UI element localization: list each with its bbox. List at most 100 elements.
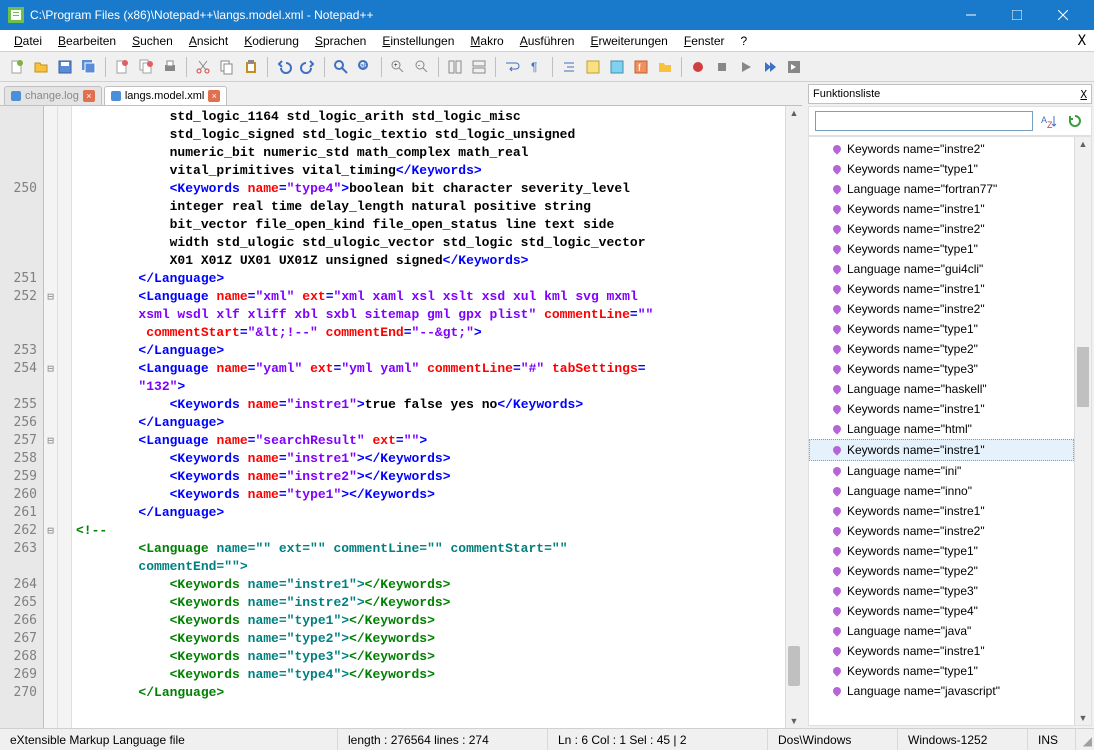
tree-item[interactable]: Keywords name="instre1" (809, 439, 1074, 461)
function-tree[interactable]: Keywords name="instre2"Keywords name="ty… (809, 137, 1074, 725)
tree-item[interactable]: Language name="inno" (809, 481, 1074, 501)
tree-item[interactable]: Language name="haskell" (809, 379, 1074, 399)
tree-item[interactable]: Keywords name="instre2" (809, 299, 1074, 319)
sync-vscroll-button[interactable] (444, 56, 466, 78)
vertical-scrollbar[interactable]: ▲ ▼ (785, 106, 802, 728)
tree-item[interactable]: Language name="fortran77" (809, 179, 1074, 199)
menu-fenster[interactable]: Fenster (676, 32, 733, 50)
scroll-thumb[interactable] (1077, 347, 1089, 407)
tree-item[interactable]: Keywords name="type1" (809, 541, 1074, 561)
tree-item[interactable]: Keywords name="instre1" (809, 199, 1074, 219)
scroll-down-icon[interactable]: ▼ (1075, 711, 1091, 725)
menu-?[interactable]: ? (733, 32, 756, 50)
minimize-button[interactable] (948, 0, 994, 30)
tree-item[interactable]: Keywords name="instre1" (809, 399, 1074, 419)
tree-item[interactable]: Keywords name="instre1" (809, 279, 1074, 299)
tree-item[interactable]: Keywords name="instre1" (809, 641, 1074, 661)
scroll-up-icon[interactable]: ▲ (786, 106, 802, 120)
tree-item[interactable]: Keywords name="type3" (809, 581, 1074, 601)
code-editor[interactable]: std_logic_1164 std_logic_arith std_logic… (72, 106, 785, 728)
tree-item[interactable]: Language name="javascript" (809, 681, 1074, 701)
tree-item[interactable]: Keywords name="type3" (809, 359, 1074, 379)
tab-label: langs.model.xml (125, 90, 204, 102)
resize-grip[interactable]: ◢ (1076, 729, 1094, 750)
save-macro-button[interactable] (783, 56, 805, 78)
tree-item[interactable]: Keywords name="type1" (809, 239, 1074, 259)
tree-item[interactable]: Keywords name="instre1" (809, 501, 1074, 521)
scroll-down-icon[interactable]: ▼ (786, 714, 802, 728)
indent-guide-button[interactable] (558, 56, 580, 78)
doc-map-button[interactable] (606, 56, 628, 78)
menu-bearbeiten[interactable]: Bearbeiten (50, 32, 124, 50)
zoom-in-button[interactable]: + (387, 56, 409, 78)
copy-button[interactable] (216, 56, 238, 78)
panel-title: Funktionsliste X (808, 84, 1092, 104)
tree-item[interactable]: Keywords name="type2" (809, 561, 1074, 581)
menu-kodierung[interactable]: Kodierung (236, 32, 307, 50)
replace-button[interactable]: ab (354, 56, 376, 78)
close-icon[interactable]: × (83, 90, 95, 102)
zoom-out-button[interactable]: - (411, 56, 433, 78)
save-button[interactable] (54, 56, 76, 78)
menu-ausführen[interactable]: Ausführen (512, 32, 583, 50)
menu-sprachen[interactable]: Sprachen (307, 32, 374, 50)
menu-datei[interactable]: Datei (6, 32, 50, 50)
stop-macro-button[interactable] (711, 56, 733, 78)
close-file-button[interactable] (111, 56, 133, 78)
menu-suchen[interactable]: Suchen (124, 32, 181, 50)
sync-hscroll-button[interactable] (468, 56, 490, 78)
tree-item[interactable]: Language name="html" (809, 419, 1074, 439)
refresh-button[interactable] (1065, 111, 1085, 131)
undo-button[interactable] (273, 56, 295, 78)
margin (58, 106, 72, 728)
menu-ansicht[interactable]: Ansicht (181, 32, 236, 50)
tree-item[interactable]: Keywords name="type2" (809, 339, 1074, 359)
tree-item[interactable]: Language name="gui4cli" (809, 259, 1074, 279)
close-icon[interactable]: × (208, 90, 220, 102)
tree-item[interactable]: Keywords name="instre2" (809, 139, 1074, 159)
open-file-button[interactable] (30, 56, 52, 78)
tree-item[interactable]: Keywords name="type1" (809, 319, 1074, 339)
wordwrap-button[interactable] (501, 56, 523, 78)
close-button[interactable] (1040, 0, 1086, 30)
function-list-button[interactable]: f (630, 56, 652, 78)
panel-close-icon[interactable]: X (1080, 88, 1087, 101)
menu-erweiterungen[interactable]: Erweiterungen (582, 32, 675, 50)
redo-button[interactable] (297, 56, 319, 78)
tree-item[interactable]: Keywords name="type4" (809, 601, 1074, 621)
status-mode[interactable]: INS (1028, 729, 1076, 750)
close-all-button[interactable] (135, 56, 157, 78)
play-multi-button[interactable] (759, 56, 781, 78)
scroll-up-icon[interactable]: ▲ (1075, 137, 1091, 151)
function-search-input[interactable] (815, 111, 1033, 131)
sort-button[interactable]: AZ (1039, 111, 1059, 131)
save-all-button[interactable] (78, 56, 100, 78)
folder-workspace-button[interactable] (654, 56, 676, 78)
tree-item[interactable]: Keywords name="instre2" (809, 521, 1074, 541)
scroll-thumb[interactable] (788, 646, 800, 686)
show-all-chars-button[interactable]: ¶ (525, 56, 547, 78)
cut-button[interactable] (192, 56, 214, 78)
status-eol[interactable]: Dos\Windows (768, 729, 898, 750)
paste-button[interactable] (240, 56, 262, 78)
tree-item[interactable]: Keywords name="type1" (809, 159, 1074, 179)
tree-scrollbar[interactable]: ▲ ▼ (1074, 137, 1091, 725)
menu-makro[interactable]: Makro (462, 32, 511, 50)
tree-item[interactable]: Keywords name="type1" (809, 661, 1074, 681)
tab-change-log[interactable]: change.log × (4, 86, 102, 105)
tree-item[interactable]: Language name="java" (809, 621, 1074, 641)
record-macro-button[interactable] (687, 56, 709, 78)
maximize-button[interactable] (994, 0, 1040, 30)
mdi-close-icon[interactable]: X (1078, 33, 1086, 49)
new-file-button[interactable] (6, 56, 28, 78)
status-encoding[interactable]: Windows-1252 (898, 729, 1028, 750)
tab-langs-model[interactable]: langs.model.xml × (104, 86, 227, 105)
play-macro-button[interactable] (735, 56, 757, 78)
menu-einstellungen[interactable]: Einstellungen (374, 32, 462, 50)
print-button[interactable] (159, 56, 181, 78)
user-lang-button[interactable] (582, 56, 604, 78)
find-button[interactable] (330, 56, 352, 78)
tree-item[interactable]: Keywords name="instre2" (809, 219, 1074, 239)
tree-item[interactable]: Language name="ini" (809, 461, 1074, 481)
fold-gutter[interactable]: ⊟ ⊟ ⊟ ⊟ (44, 106, 58, 728)
